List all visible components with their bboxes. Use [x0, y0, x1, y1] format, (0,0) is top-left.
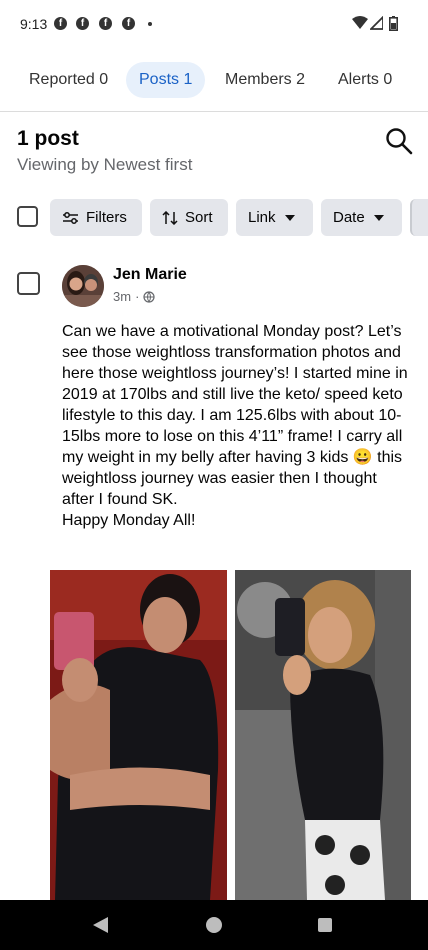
post-photo-after[interactable] [235, 570, 411, 900]
post-photo-before[interactable] [50, 570, 227, 900]
date-label: Date [333, 209, 365, 226]
tab-posts[interactable]: Posts 1 [126, 62, 206, 98]
globe-icon [143, 290, 156, 303]
link-filter-dropdown[interactable]: Link [236, 199, 313, 236]
search-icon[interactable] [384, 126, 414, 156]
post-body: Can we have a motivational Monday post? … [62, 321, 410, 531]
tabs-divider [0, 111, 428, 112]
home-icon[interactable] [206, 917, 222, 933]
before-photo-image [50, 570, 227, 900]
facebook-icon: f [76, 17, 89, 30]
tab-bar: Reported 0 Posts 1 Members 2 Alerts 0 [0, 60, 428, 100]
battery-icon [389, 16, 398, 31]
post-select-checkbox[interactable] [17, 272, 40, 295]
post-count-title: 1 post [17, 127, 79, 150]
tab-members[interactable]: Members 2 [212, 62, 318, 98]
post-author-name[interactable]: Jen Marie [113, 266, 187, 284]
back-icon[interactable] [93, 917, 108, 933]
sort-caption: Viewing by Newest first [17, 155, 193, 174]
status-bar: 9:13 f f f f [0, 0, 428, 48]
sliders-icon [63, 211, 78, 224]
avatar[interactable] [62, 265, 104, 307]
date-filter-dropdown[interactable]: Date [321, 199, 402, 236]
filters-button[interactable]: Filters [50, 199, 142, 236]
filters-label: Filters [86, 209, 127, 226]
select-all-checkbox[interactable] [17, 206, 38, 227]
after-photo-image [235, 570, 411, 900]
more-filter-chip[interactable] [410, 199, 428, 236]
caret-down-icon [284, 214, 295, 221]
sort-arrows-icon [162, 210, 178, 225]
post-meta: 3m · [113, 289, 156, 304]
sort-button[interactable]: Sort [150, 199, 228, 236]
facebook-icon: f [122, 17, 135, 30]
tab-reported[interactable]: Reported 0 [16, 62, 121, 98]
link-label: Link [248, 209, 276, 226]
wifi-icon [352, 16, 368, 29]
caret-down-icon [373, 214, 384, 221]
post-body-paragraph: Can we have a motivational Monday post? … [62, 323, 408, 508]
facebook-icon: f [54, 17, 67, 30]
tab-alerts[interactable]: Alerts 0 [325, 62, 405, 98]
more-notifications-dot [148, 22, 152, 26]
post-time: 3m [113, 289, 132, 304]
meta-separator: · [135, 289, 140, 304]
post-body-paragraph: Happy Monday All! [62, 512, 196, 529]
cell-signal-icon [370, 16, 383, 30]
facebook-icon: f [99, 17, 112, 30]
sort-label: Sort [185, 209, 213, 226]
status-time: 9:13 [20, 16, 48, 32]
avatar-image [62, 265, 104, 307]
recents-icon[interactable] [318, 918, 332, 932]
